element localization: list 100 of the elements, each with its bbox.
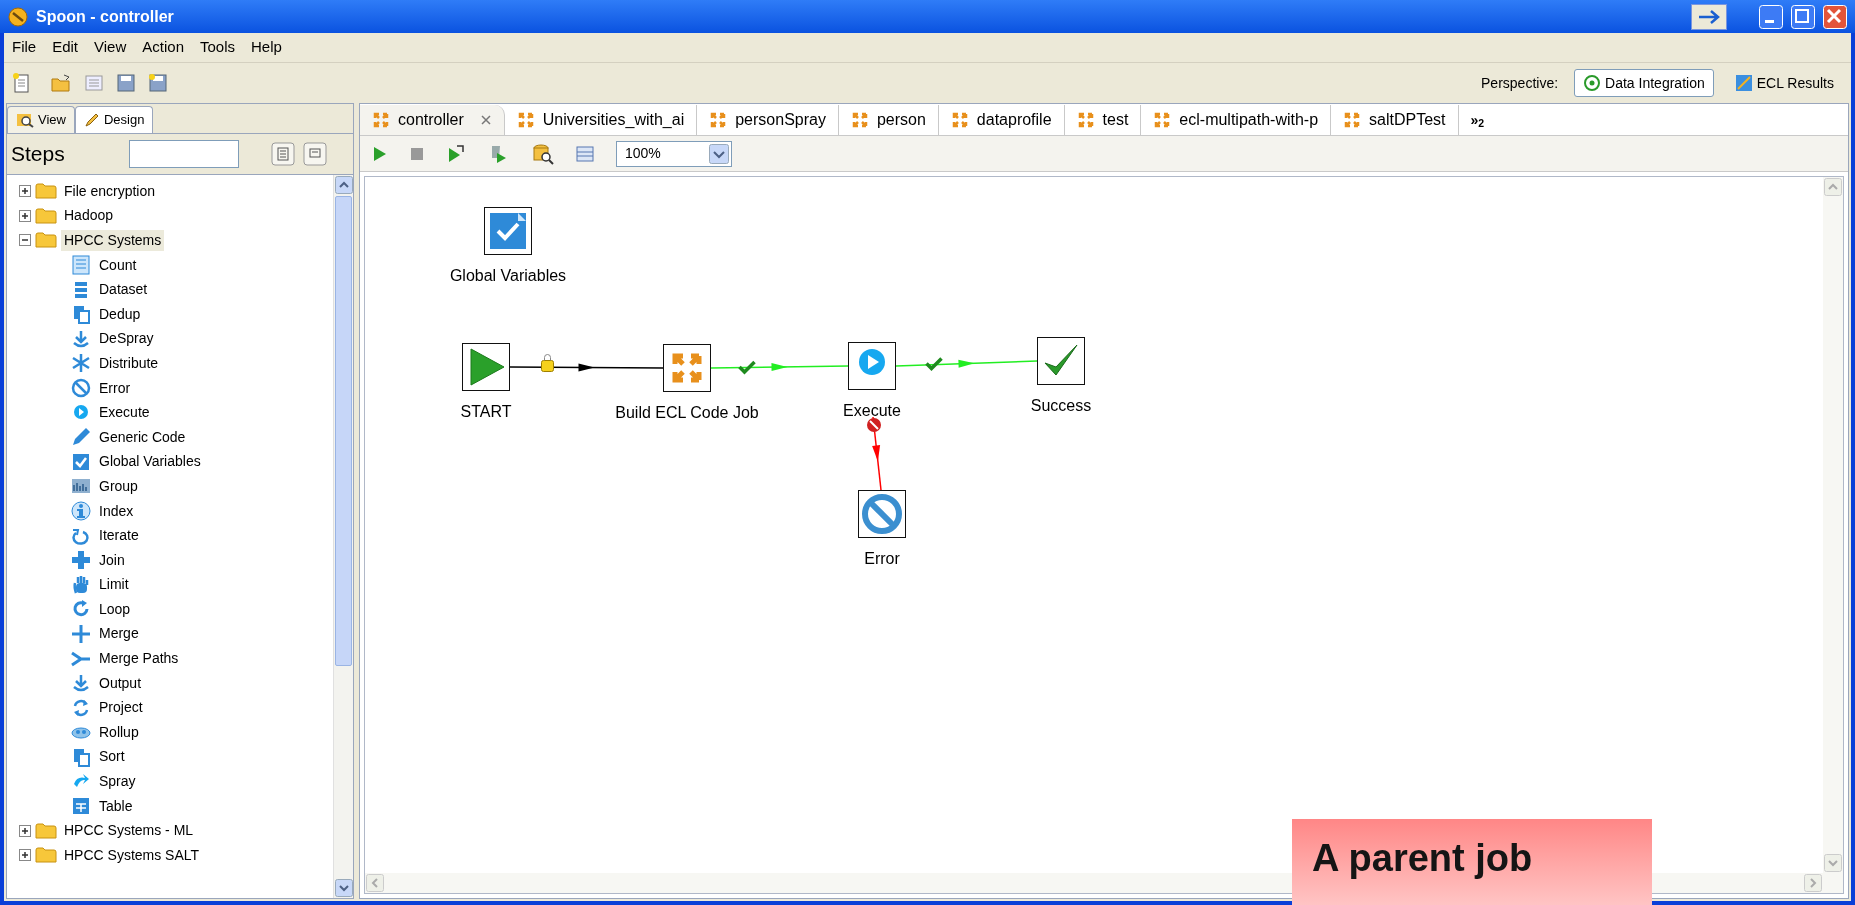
open-folder-icon[interactable]: [50, 73, 72, 93]
search-field[interactable]: [129, 140, 239, 168]
collapse-tree-icon[interactable]: [303, 142, 327, 166]
callout-text: A parent job: [1312, 839, 1534, 877]
tree-item[interactable]: Dedup: [99, 303, 141, 325]
tree-item[interactable]: Group: [99, 475, 138, 497]
tree-item[interactable]: Join: [99, 549, 125, 571]
tree-item[interactable]: Table: [99, 795, 133, 817]
maximize-button[interactable]: [1791, 4, 1815, 29]
document-icon: [71, 304, 91, 325]
hop-arrow[interactable]: [509, 354, 664, 372]
swap-arrows-icon: [71, 697, 91, 718]
hand-icon: [71, 574, 91, 595]
info-icon: [71, 501, 91, 521]
target-icon: [1583, 74, 1602, 92]
expand-icon[interactable]: [19, 185, 31, 198]
menu-item[interactable]: View: [94, 36, 127, 59]
tree-item[interactable]: Dataset: [99, 279, 148, 301]
tree-item[interactable]: DeSpray: [99, 328, 154, 350]
play-icon[interactable]: [462, 343, 510, 391]
tree-item[interactable]: Error: [99, 377, 131, 399]
spoon-logo-icon: [8, 6, 28, 27]
editor-tab[interactable]: controller: [360, 105, 505, 135]
tree-item[interactable]: Count: [99, 254, 137, 276]
menu-item[interactable]: Help: [251, 36, 282, 59]
expand-icon[interactable]: [19, 209, 31, 222]
folder-icon: [35, 846, 57, 865]
zoom-dropdown[interactable]: 100%: [616, 140, 732, 167]
checkmark-icon[interactable]: [1037, 337, 1085, 385]
perspective-button[interactable]: Data Integration: [1574, 69, 1714, 97]
tree-item[interactable]: HPCC Systems - ML: [61, 820, 197, 842]
plus-icon: [71, 624, 91, 644]
tree-item[interactable]: Output: [99, 672, 142, 694]
more-tabs-button[interactable]: »$_{2}$: [1458, 105, 1497, 135]
tree-item[interactable]: Generic Code: [99, 426, 186, 448]
node-label: Success: [1030, 396, 1092, 416]
checkbox-icon[interactable]: [484, 207, 532, 255]
tree-item[interactable]: Merge Paths: [99, 648, 179, 670]
stop-icon[interactable]: [410, 146, 424, 161]
tree-item[interactable]: Spray: [99, 771, 136, 793]
tree-item[interactable]: HPCC Systems SALT: [61, 844, 203, 866]
folder-icon: [35, 231, 57, 250]
menu-item[interactable]: Action: [142, 36, 184, 59]
scroll-thumb[interactable]: [335, 196, 352, 666]
checkbox-icon: [71, 451, 91, 472]
zoom-value: 100%: [625, 144, 661, 163]
tree-item[interactable]: Sort: [99, 746, 125, 768]
tree-item[interactable]: HPCC Systems: [61, 230, 165, 251]
tree-item[interactable]: Execute: [99, 402, 150, 424]
table-icon: [71, 796, 91, 817]
database-search-icon[interactable]: [532, 142, 554, 165]
expand-icon[interactable]: [19, 824, 31, 837]
new-file-icon[interactable]: [12, 72, 30, 94]
tree-item[interactable]: Global Variables: [99, 451, 201, 473]
window-title: Spoon - controller: [36, 6, 174, 27]
tree-item[interactable]: Distribute: [99, 352, 159, 374]
collapse-icon[interactable]: [19, 234, 31, 247]
tree-item[interactable]: Hadoop: [61, 205, 117, 227]
expand-icon[interactable]: [19, 849, 31, 862]
tree-item[interactable]: Rollup: [99, 721, 139, 743]
arrows-icon[interactable]: [663, 344, 711, 392]
arrows-icon: [1076, 111, 1095, 129]
arrows-icon: [1153, 111, 1172, 129]
perspective-button[interactable]: ECL Results: [1725, 69, 1843, 97]
layout-icon[interactable]: [576, 145, 594, 162]
close-button[interactable]: [1823, 4, 1847, 29]
save-icon[interactable]: [116, 73, 136, 93]
asterisk-icon: [71, 353, 91, 374]
magnifier-icon: [16, 112, 34, 128]
chart-frame-icon: [1734, 74, 1753, 92]
document-icon: [71, 746, 91, 767]
close-icon[interactable]: [479, 114, 492, 126]
download-arrow-icon: [71, 673, 91, 694]
minimize-button[interactable]: [1759, 4, 1783, 29]
scroll-up-icon[interactable]: [335, 176, 353, 194]
scroll-down-icon[interactable]: [335, 879, 353, 897]
panel-tab[interactable]: View: [7, 106, 75, 133]
save-as-icon[interactable]: [148, 73, 168, 93]
arrows-icon: [516, 111, 535, 129]
tree-item[interactable]: Merge: [99, 623, 139, 645]
arrow-button[interactable]: [1691, 3, 1727, 30]
expand-tree-icon[interactable]: [271, 142, 295, 166]
tree-item[interactable]: Iterate: [99, 525, 139, 547]
tree-item[interactable]: File encryption: [61, 180, 159, 202]
menu-item[interactable]: Tools: [200, 36, 235, 59]
panel-tab[interactable]: Design: [74, 106, 154, 133]
run-step-icon[interactable]: [446, 143, 466, 164]
run-icon[interactable]: [372, 144, 388, 163]
tree-item[interactable]: Project: [99, 697, 143, 719]
prohibition-icon[interactable]: [858, 490, 906, 538]
pencil-icon: [83, 112, 100, 128]
tree-item[interactable]: Index: [99, 500, 134, 522]
node-label: Execute: [843, 401, 901, 421]
chevron-down-icon: [709, 143, 729, 164]
menu-item[interactable]: Edit: [52, 36, 79, 59]
folder-icon: [35, 182, 57, 201]
tree-item[interactable]: Limit: [99, 574, 129, 596]
plus-icon: [71, 550, 91, 571]
tree-item[interactable]: Loop: [99, 598, 131, 620]
menu-item[interactable]: File: [12, 36, 37, 59]
